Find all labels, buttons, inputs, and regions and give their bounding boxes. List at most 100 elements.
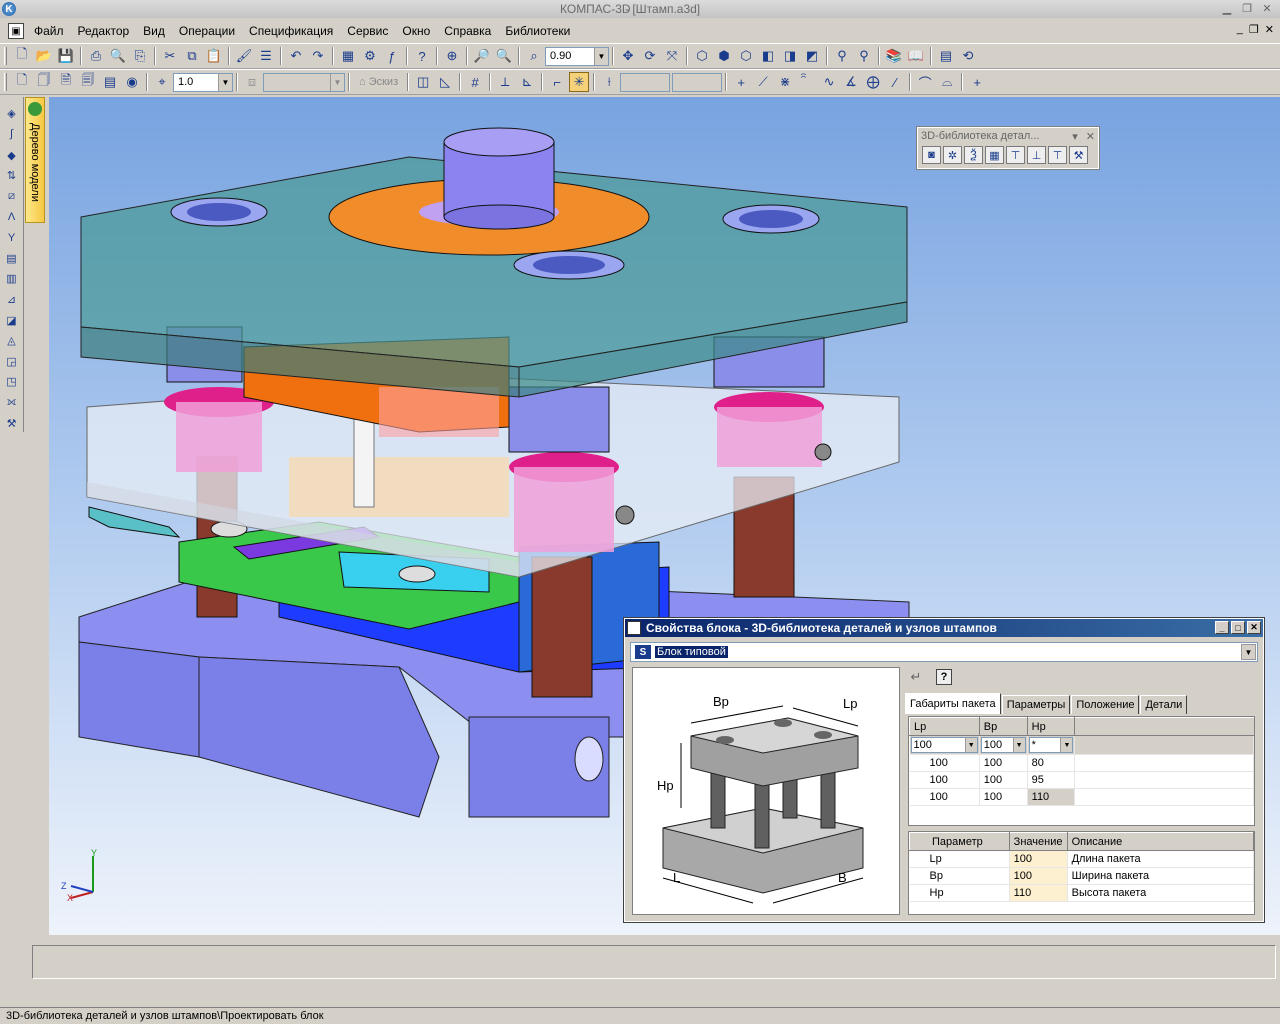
filter-icon[interactable]: ⚲	[832, 46, 852, 66]
angle-icon[interactable]: ∡	[841, 72, 861, 92]
menu-window[interactable]: Окно	[402, 24, 430, 38]
filter-tool-icon[interactable]: ◪	[3, 311, 21, 329]
menu-view[interactable]: Вид	[143, 24, 165, 38]
filter-hp-combo[interactable]: * ▼	[1028, 737, 1074, 753]
table-row[interactable]: Lp 100 Длина пакета	[909, 850, 1255, 868]
rotate-icon[interactable]: ⟳	[640, 46, 660, 66]
measure-icon[interactable]: +	[967, 72, 987, 92]
step-combo[interactable]: 1.0 ▼	[173, 72, 233, 92]
kompas-app-icon[interactable]: K	[2, 2, 16, 16]
chevron-down-icon[interactable]: ▼	[1241, 644, 1256, 660]
line-icon[interactable]: ⁄	[885, 72, 905, 92]
surface-icon[interactable]: ⌓	[937, 72, 957, 92]
mates-icon[interactable]: ◲	[3, 353, 21, 371]
chevron-down-icon[interactable]: ▾	[1072, 130, 1078, 143]
function-icon[interactable]: ƒ	[382, 46, 402, 66]
rebuild-icon[interactable]: ⟲	[958, 46, 978, 66]
tab-details[interactable]: Детали	[1140, 695, 1188, 714]
hidden-lines-icon[interactable]: ⬢	[714, 46, 734, 66]
bolt-icon[interactable]: ⊤	[1048, 146, 1067, 164]
document-icon[interactable]: ▣	[8, 23, 24, 39]
camera-icon[interactable]: ◉	[122, 72, 142, 92]
spline-icon[interactable]: ∿	[819, 72, 839, 92]
new-drawing-icon[interactable]: 🗎	[56, 72, 76, 92]
chevron-down-icon[interactable]: ▼	[594, 47, 608, 65]
snap-round-icon[interactable]: ⌐	[547, 72, 567, 92]
new-part-icon[interactable]: 🗋	[12, 72, 32, 92]
doc-close-icon[interactable]: ✕	[1265, 23, 1274, 36]
select-icon[interactable]: Y	[3, 229, 21, 247]
spring-icon[interactable]: Ѯ	[964, 146, 983, 164]
transform-icon[interactable]: ⟗	[3, 394, 21, 412]
library-icon[interactable]: 📖	[906, 46, 926, 66]
report-icon[interactable]: ▥	[3, 270, 21, 288]
chevron-down-icon[interactable]: ▼	[1060, 738, 1073, 752]
print-preview-icon[interactable]: 🔍	[108, 46, 128, 66]
zoom-window-icon[interactable]: ⊕	[442, 46, 462, 66]
halftone-icon[interactable]: ◧	[758, 46, 778, 66]
chevron-down-icon[interactable]: ▼	[964, 738, 977, 752]
tab-package-dimensions[interactable]: Габариты пакета	[905, 693, 1001, 714]
edit-icon[interactable]: ◈	[3, 105, 21, 123]
selection-filter-icon[interactable]: ⚲	[854, 46, 874, 66]
cut-icon[interactable]: ✂	[160, 46, 180, 66]
hidden-thin-icon[interactable]: ⬡	[736, 46, 756, 66]
menu-file[interactable]: Файл	[34, 24, 64, 38]
settings-tools-icon[interactable]: ⚒	[1069, 146, 1088, 164]
block-type-select[interactable]: S Блок типовой ▼	[630, 642, 1258, 662]
new-assembly-icon[interactable]: 🗍	[34, 72, 54, 92]
menu-operations[interactable]: Операции	[179, 24, 235, 38]
sketch-button[interactable]: ⌂ Эскиз	[359, 76, 398, 88]
orientation-icon[interactable]: ⤧	[662, 46, 682, 66]
table-row[interactable]: Bp 100 Ширина пакета	[909, 867, 1255, 885]
cross-icon[interactable]: ⨁	[863, 72, 883, 92]
table-row[interactable]: Hp 110 Высота пакета	[909, 884, 1255, 902]
new-spec-icon[interactable]: ▤	[100, 72, 120, 92]
chevron-down-icon[interactable]: ▼	[1012, 738, 1025, 752]
zoom-combo[interactable]: 0.90 ▼	[545, 46, 609, 66]
new-fragment-icon[interactable]: 🗐	[78, 72, 98, 92]
axis-icon[interactable]: ⟋	[753, 72, 773, 92]
chevron-down-icon[interactable]: ▼	[218, 73, 232, 91]
dimension-icon[interactable]: Λ	[3, 208, 21, 226]
redo-icon[interactable]: ↷	[308, 46, 328, 66]
library-panel-title-bar[interactable]: 3D-библиотека детал... ▾ ✕	[918, 128, 1098, 144]
model-tree-tab[interactable]: Дерево модели	[25, 97, 45, 223]
new-file-icon[interactable]: 🗋	[12, 46, 32, 66]
paste-icon[interactable]: 📋	[204, 46, 224, 66]
close-icon[interactable]: ✕	[1086, 130, 1095, 143]
column-header-lp[interactable]: Lp	[909, 717, 980, 736]
spec-tool-icon[interactable]: ▤	[3, 249, 21, 267]
column-header-description[interactable]: Описание	[1066, 832, 1255, 851]
value-cell[interactable]: 110	[1009, 884, 1068, 902]
zoom-scale-icon[interactable]: ⌕	[524, 46, 544, 66]
halftone-edges-icon[interactable]: ◨	[780, 46, 800, 66]
wireframe-icon[interactable]: ⬡	[692, 46, 712, 66]
menu-editor[interactable]: Редактор	[78, 24, 130, 38]
filter-lp-combo[interactable]: 100 ▼	[910, 737, 978, 753]
arrays-icon[interactable]: ⇅	[3, 167, 21, 185]
grid-icon[interactable]: #	[465, 72, 485, 92]
dialog-maximize-icon[interactable]: □	[1231, 621, 1245, 634]
measure-tool-icon[interactable]: ⊿	[3, 291, 21, 309]
surfaces-icon[interactable]: ◆	[3, 146, 21, 164]
table-row[interactable]: 100 100 95	[909, 771, 1254, 789]
column-header-hp[interactable]: Hp	[1026, 717, 1076, 736]
coordinates-icon[interactable]: ⟊	[599, 72, 619, 92]
step-icon[interactable]: ⌖	[152, 72, 172, 92]
tab-position[interactable]: Положение	[1071, 695, 1140, 714]
filter-bp-combo[interactable]: 100 ▼	[980, 737, 1026, 753]
point-icon[interactable]: +	[731, 72, 751, 92]
print-setup-icon[interactable]: ⎘	[130, 46, 150, 66]
plate-icon[interactable]: ▦	[985, 146, 1004, 164]
toolbar-grip[interactable]	[4, 47, 7, 65]
menu-help[interactable]: Справка	[444, 24, 491, 38]
curve-tool-icon[interactable]: ∫	[3, 126, 21, 144]
edit-component-icon[interactable]: ◫	[413, 72, 433, 92]
parameterize-icon[interactable]: ◺	[435, 72, 455, 92]
spiral-icon[interactable]: ꩰ	[797, 72, 817, 92]
design-block-icon[interactable]: ◙	[922, 146, 941, 164]
components-icon[interactable]: ◳	[3, 373, 21, 391]
column-header-bp[interactable]: Bp	[978, 717, 1028, 736]
variables-icon[interactable]: ⚙	[360, 46, 380, 66]
